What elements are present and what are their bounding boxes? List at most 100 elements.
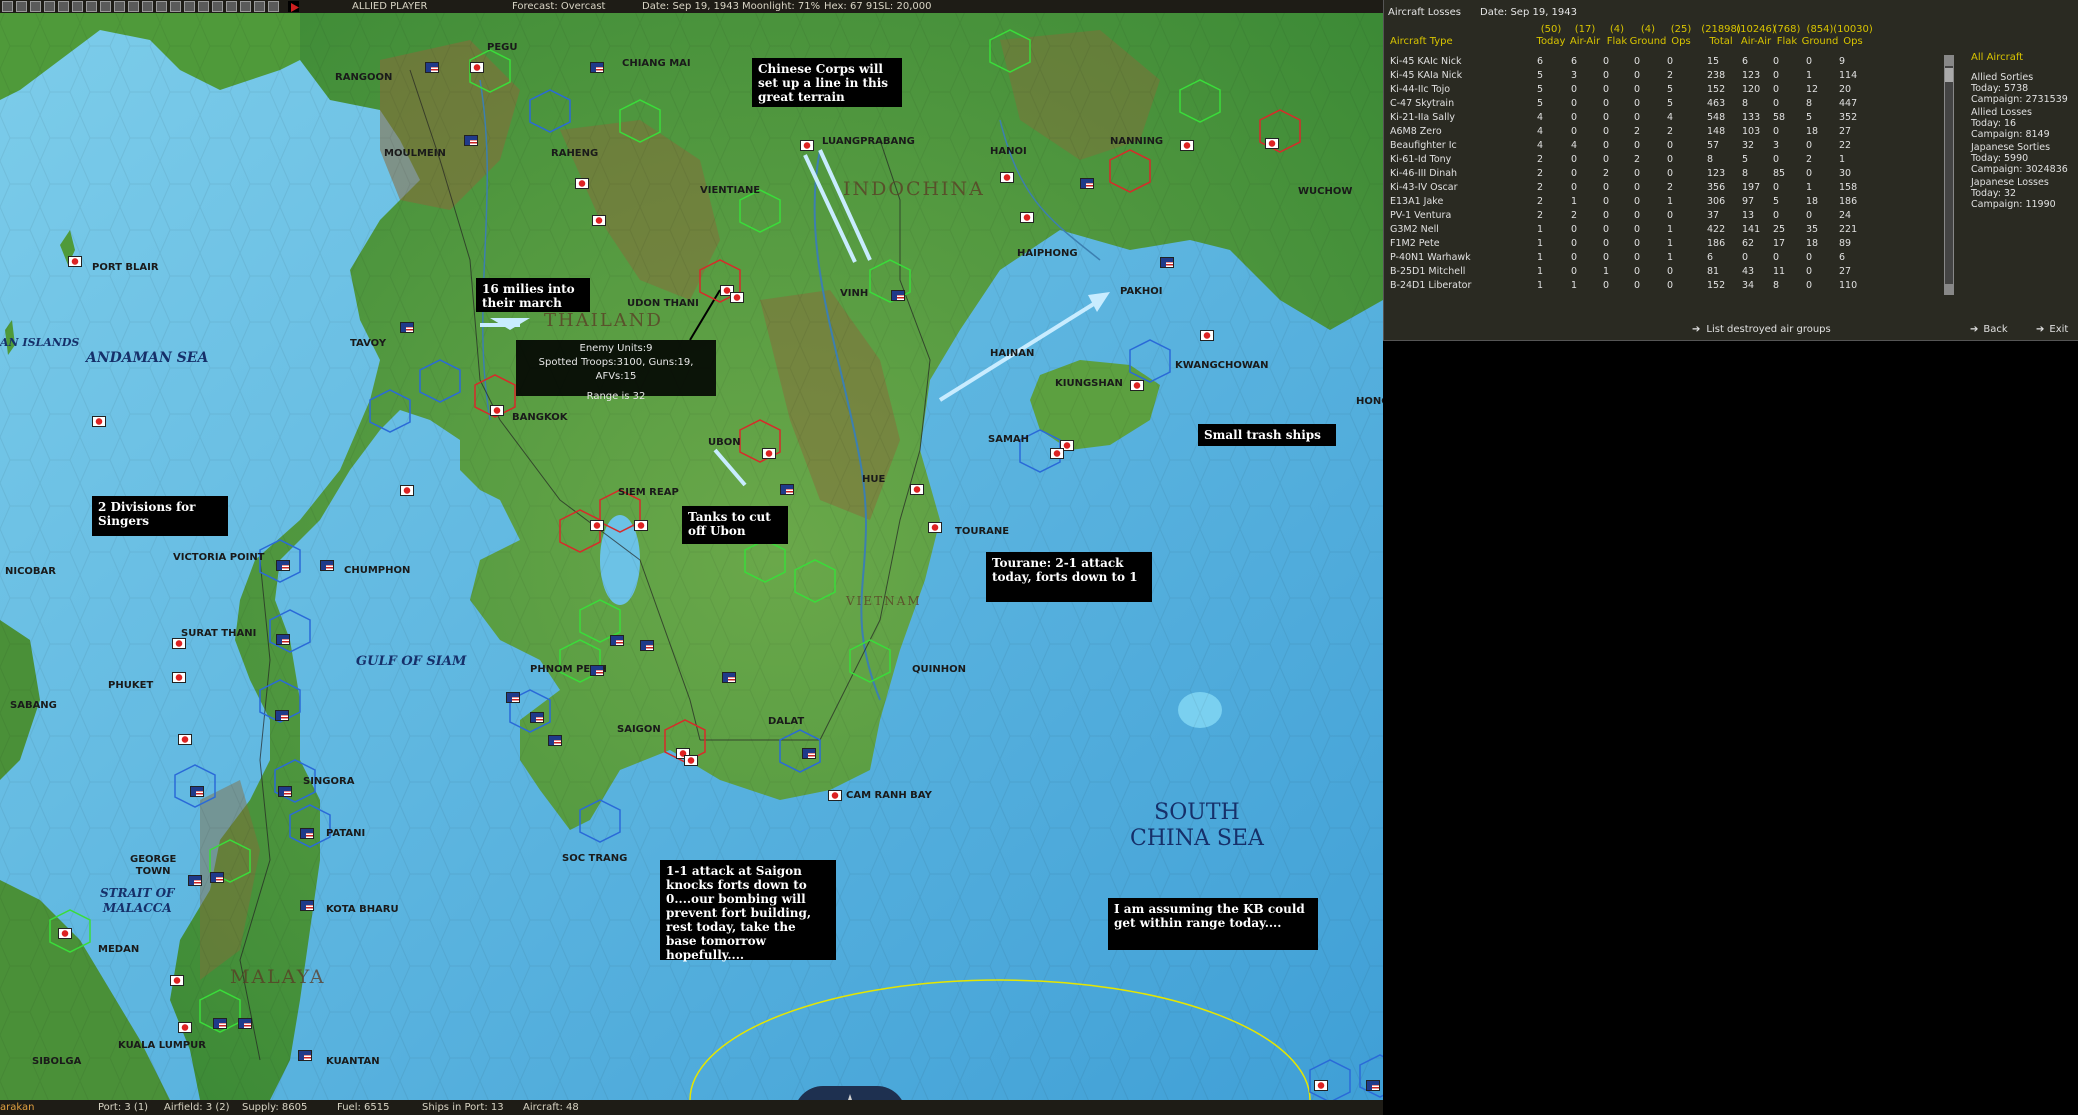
- label-port-blair[interactable]: PORT BLAIR: [92, 262, 159, 273]
- label-surat-thani[interactable]: SURAT THANI: [181, 628, 256, 639]
- column-header[interactable]: Ops: [1831, 36, 1875, 47]
- label-hanoi[interactable]: HANOI: [990, 146, 1027, 157]
- japanese-unit-flag-icon[interactable]: [730, 292, 744, 303]
- allied-unit-flag-icon[interactable]: [1160, 257, 1174, 268]
- label-soc-trang[interactable]: SOC TRANG: [562, 853, 627, 864]
- label-victoria-point[interactable]: VICTORIA POINT: [173, 552, 265, 563]
- label-saigon[interactable]: SAIGON: [617, 724, 661, 735]
- allied-unit-flag-icon[interactable]: [276, 634, 290, 645]
- label-kwangchowan[interactable]: KWANGCHOWAN: [1175, 360, 1269, 371]
- clock-icon[interactable]: [254, 1, 265, 12]
- selected-base-name[interactable]: arakan: [0, 1100, 34, 1115]
- label-chiang-mai[interactable]: CHIANG MAI: [622, 58, 691, 69]
- loss-row[interactable]: E13A1 Jake 2 1 0 0 1 306 97 5 18 186: [1384, 195, 1944, 209]
- loss-row[interactable]: Ki-43-IV Oscar 2 0 0 0 2 356 197 0 1 158: [1384, 181, 1944, 195]
- label-vientiane[interactable]: VIENTIANE: [700, 185, 760, 196]
- all-aircraft-link[interactable]: All Aircraft: [1971, 52, 2023, 63]
- allied-unit-flag-icon[interactable]: [464, 135, 478, 146]
- map-icon[interactable]: [170, 1, 181, 12]
- japanese-unit-flag-icon[interactable]: [172, 672, 186, 683]
- japanese-unit-flag-icon[interactable]: [490, 405, 504, 416]
- loss-row[interactable]: A6M8 Zero 4 0 0 2 2 148 103 0 18 27: [1384, 125, 1944, 139]
- japanese-unit-flag-icon[interactable]: [1265, 138, 1279, 149]
- japanese-unit-flag-icon[interactable]: [1180, 140, 1194, 151]
- label-tavoy[interactable]: TAVOY: [350, 338, 386, 349]
- japanese-unit-flag-icon[interactable]: [400, 485, 414, 496]
- allied-unit-flag-icon[interactable]: [590, 665, 604, 676]
- label-kuala-lumpur[interactable]: KUALA LUMPUR: [118, 1040, 206, 1051]
- label-quinhon[interactable]: QUINHON: [912, 664, 966, 675]
- exit-button[interactable]: ➔ Exit: [2036, 324, 2068, 335]
- japanese-unit-flag-icon[interactable]: [1020, 212, 1034, 223]
- label-raheng[interactable]: RAHENG: [551, 148, 598, 159]
- japanese-unit-flag-icon[interactable]: [1130, 380, 1144, 391]
- loss-row[interactable]: C-47 Skytrain 5 0 0 0 5 463 8 0 8 447: [1384, 97, 1944, 111]
- loss-row[interactable]: F1M2 Pete 1 0 0 0 1 186 62 17 18 89: [1384, 237, 1944, 251]
- loss-row[interactable]: Beaufighter Ic 4 4 0 0 0 57 32 3 0 22: [1384, 139, 1944, 153]
- label-vinh[interactable]: VINH: [840, 288, 868, 299]
- loss-row[interactable]: Ki-44-IIc Tojo 5 0 0 0 5 152 120 0 12 20: [1384, 83, 1944, 97]
- label-patani[interactable]: PATANI: [326, 828, 365, 839]
- report-icon[interactable]: [100, 1, 111, 12]
- base-icon[interactable]: [114, 1, 125, 12]
- label-moulmein[interactable]: MOULMEIN: [384, 148, 446, 159]
- japanese-unit-flag-icon[interactable]: [590, 520, 604, 531]
- japanese-unit-flag-icon[interactable]: [575, 178, 589, 189]
- list-destroyed-button[interactable]: ➔ List destroyed air groups: [1692, 324, 1831, 335]
- label-george-town[interactable]: GEORGE TOWN: [130, 854, 176, 878]
- allied-unit-flag-icon[interactable]: [506, 692, 520, 703]
- japanese-unit-flag-icon[interactable]: [178, 734, 192, 745]
- strategic-map[interactable]: ALLIED PLAYER Forecast: Overcast Date: S…: [0, 0, 1383, 1115]
- label-pegu[interactable]: PEGU: [487, 42, 518, 53]
- japanese-unit-flag-icon[interactable]: [928, 522, 942, 533]
- allied-unit-flag-icon[interactable]: [1080, 178, 1094, 189]
- label-kiungshan[interactable]: KIUNGSHAN: [1055, 378, 1123, 389]
- allied-unit-flag-icon[interactable]: [425, 62, 439, 73]
- star-icon[interactable]: [30, 1, 41, 12]
- japanese-unit-flag-icon[interactable]: [172, 638, 186, 649]
- menu-icon[interactable]: [2, 1, 13, 12]
- allied-unit-flag-icon[interactable]: [276, 560, 290, 571]
- loss-row[interactable]: Ki-45 KAIa Nick 5 3 0 0 2 238 123 0 1 114: [1384, 69, 1944, 83]
- label-dalat[interactable]: DALAT: [768, 716, 804, 727]
- label-nanning[interactable]: NANNING: [1110, 136, 1163, 147]
- allied-unit-flag-icon[interactable]: [238, 1018, 252, 1029]
- label-hue[interactable]: HUE: [862, 474, 885, 485]
- label-medan[interactable]: MEDAN: [98, 944, 139, 955]
- loss-row[interactable]: B-24D1 Liberator 1 1 0 0 0 152 34 8 0 110: [1384, 279, 1944, 293]
- allied-unit-flag-icon[interactable]: [213, 1018, 227, 1029]
- back-button[interactable]: ➔ Back: [1970, 324, 2008, 335]
- label-hong[interactable]: HONG: [1356, 396, 1383, 407]
- label-phuket[interactable]: PHUKET: [108, 680, 153, 691]
- japanese-unit-flag-icon[interactable]: [1314, 1080, 1328, 1091]
- japanese-unit-flag-icon[interactable]: [1200, 330, 1214, 341]
- label-sabang[interactable]: SABANG: [10, 700, 57, 711]
- loss-row[interactable]: P-40N1 Warhawk 1 0 0 0 1 6 0 0 0 6: [1384, 251, 1944, 265]
- allied-unit-flag-icon[interactable]: [300, 900, 314, 911]
- allied-unit-flag-icon[interactable]: [400, 322, 414, 333]
- allied-unit-flag-icon[interactable]: [1366, 1080, 1380, 1091]
- japanese-unit-flag-icon[interactable]: [1050, 448, 1064, 459]
- japanese-unit-flag-icon[interactable]: [470, 62, 484, 73]
- intel-icon[interactable]: [142, 1, 153, 12]
- zoom-icon[interactable]: [212, 1, 223, 12]
- label-wuchow[interactable]: WUCHOW: [1298, 186, 1352, 197]
- allied-unit-flag-icon[interactable]: [722, 672, 736, 683]
- allied-unit-flag-icon[interactable]: [891, 290, 905, 301]
- label-sibolga[interactable]: SIBOLGA: [32, 1056, 81, 1067]
- allied-unit-flag-icon[interactable]: [590, 62, 604, 73]
- save-icon[interactable]: [16, 1, 27, 12]
- label-bangkok[interactable]: BANGKOK: [512, 412, 568, 423]
- japanese-unit-flag-icon[interactable]: [58, 928, 72, 939]
- allied-unit-flag-icon[interactable]: [190, 786, 204, 797]
- panel-scrollbar[interactable]: [1944, 55, 1954, 295]
- unit-icon[interactable]: [72, 1, 83, 12]
- label-luangprabang[interactable]: LUANGPRABANG: [822, 136, 915, 147]
- label-pakhoi[interactable]: PAKHOI: [1120, 286, 1163, 297]
- japanese-unit-flag-icon[interactable]: [1000, 172, 1014, 183]
- loss-row[interactable]: Ki-21-IIa Sally 4 0 0 0 4 548 133 58 5 352: [1384, 111, 1944, 125]
- allied-unit-flag-icon[interactable]: [210, 872, 224, 883]
- pilot-icon[interactable]: [128, 1, 139, 12]
- japanese-unit-flag-icon[interactable]: [170, 975, 184, 986]
- label-cam-ranh-bay[interactable]: CAM RANH BAY: [846, 790, 932, 801]
